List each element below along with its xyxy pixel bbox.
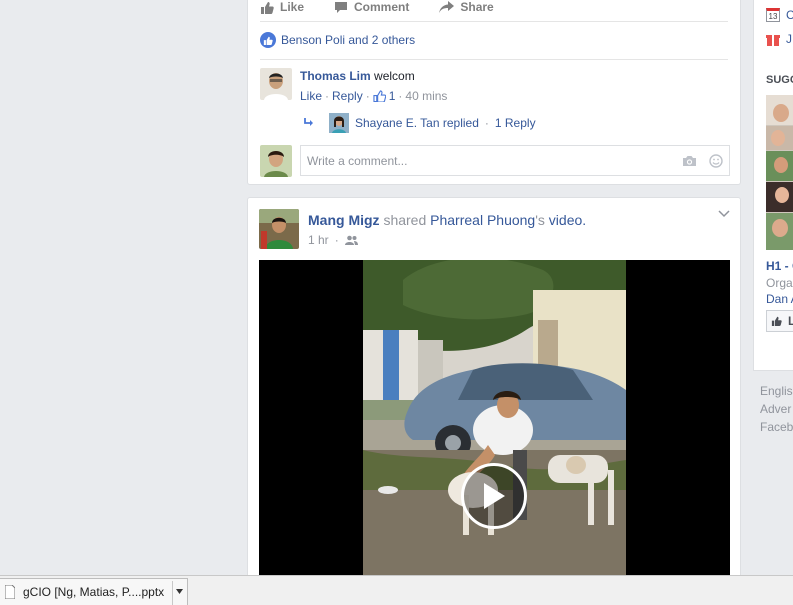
post-header: Mang Migz shared Pharreal Phuong's video… [308, 212, 586, 228]
gift-icon [766, 35, 780, 46]
thumbs-up-icon [261, 1, 274, 14]
event-label[interactable]: C [786, 8, 793, 22]
comment-input[interactable]: Write a comment... [300, 145, 730, 176]
replies-summary[interactable]: Shayane E. Tan replied · 1 Reply [303, 113, 536, 133]
emoji-icon[interactable] [709, 153, 723, 168]
comment-time[interactable]: 40 mins [405, 89, 447, 103]
play-icon [484, 483, 505, 509]
reply-summary-text[interactable]: Shayane E. Tan replied [355, 116, 479, 130]
post-time-row: 1 hr · [308, 233, 358, 247]
page-like-button[interactable]: L [766, 310, 793, 332]
file-icon [5, 585, 15, 599]
download-item[interactable]: gCIO [Ng, Matias, P....pptx [0, 578, 188, 605]
download-filename[interactable]: gCIO [Ng, Matias, P....pptx [23, 585, 164, 599]
avatar[interactable] [259, 209, 299, 249]
likes-text[interactable]: Benson Poli and 2 others [281, 33, 415, 47]
share-icon [439, 0, 455, 13]
suggested-page-friend[interactable]: Dan A [766, 292, 793, 306]
suggested-page-category: Organ [766, 276, 793, 290]
footer-advertising-link[interactable]: Adver [760, 400, 793, 418]
post-card-1: Like Comment Share Benson Poli and 2 oth… [247, 0, 741, 185]
footer-language-link[interactable]: Englis [760, 382, 793, 400]
source-link[interactable]: Pharreal Phuong [430, 212, 535, 228]
footer-facebook-link[interactable]: Faceb [760, 418, 793, 436]
reply-arrow-icon [304, 118, 313, 126]
thumbs-up-outline-icon[interactable] [373, 90, 386, 102]
comment: Thomas Lim welcom [300, 69, 415, 83]
birthday-row[interactable]: J [766, 32, 792, 46]
play-button[interactable] [461, 463, 527, 529]
comment-reply-link[interactable]: Reply [332, 89, 363, 103]
friends-audience-icon[interactable] [344, 235, 358, 245]
separator: · [365, 89, 370, 103]
object-link[interactable]: video. [549, 212, 586, 228]
suggested-page-title[interactable]: H1 - C [766, 259, 793, 273]
divider [172, 581, 173, 605]
footer-links: Englis Adver Faceb [760, 382, 793, 436]
reply-count[interactable]: 1 Reply [495, 116, 536, 130]
post-actions: Like Comment Share [260, 0, 494, 18]
separator: · [334, 233, 339, 247]
post-card-2: Mang Migz shared Pharreal Phuong's video… [247, 197, 741, 597]
shared-word: shared [383, 212, 427, 228]
thumbs-up-icon [771, 316, 782, 326]
suggested-heading: SUGG [766, 74, 793, 86]
comment-action[interactable]: Comment [334, 0, 409, 14]
page-like-label: L [788, 314, 793, 328]
event-row[interactable]: 13 C [766, 8, 793, 22]
separator: · [398, 89, 403, 103]
avatar[interactable] [260, 145, 292, 177]
share-action[interactable]: Share [439, 0, 494, 14]
chevron-down-icon[interactable] [718, 210, 730, 218]
like-badge-icon [260, 32, 276, 48]
like-label: Like [280, 0, 305, 14]
comment-label: Comment [354, 0, 410, 14]
separator: · [484, 116, 489, 130]
comment-like-link[interactable]: Like [300, 89, 322, 103]
avatar [329, 113, 349, 133]
right-sidebar: 13 C J SUGG H1 - C Organ Dan A L [753, 0, 793, 371]
comment-like-count[interactable]: 1 [389, 89, 396, 103]
comment-input-placeholder: Write a comment... [307, 153, 408, 168]
divider [260, 21, 728, 22]
avatar[interactable] [260, 68, 292, 100]
calendar-icon: 13 [766, 8, 780, 22]
download-bar: gCIO [Ng, Matias, P....pptx [0, 575, 793, 605]
caret-down-icon[interactable] [176, 589, 183, 594]
comment-text: welcom [374, 69, 415, 83]
comment-icon [335, 1, 348, 13]
likes-summary[interactable]: Benson Poli and 2 others [260, 32, 415, 48]
calendar-day: 13 [768, 11, 778, 21]
separator: · [325, 89, 330, 103]
suggested-page-photo[interactable] [766, 95, 793, 250]
post-author[interactable]: Mang Migz [308, 212, 380, 228]
camera-icon[interactable] [682, 155, 697, 167]
divider [260, 59, 728, 60]
video-player[interactable] [259, 260, 730, 580]
like-action[interactable]: Like [260, 0, 304, 14]
comment-author[interactable]: Thomas Lim [300, 69, 371, 83]
source-suffix: 's [535, 212, 545, 228]
share-label: Share [460, 0, 494, 14]
post-time[interactable]: 1 hr [308, 233, 329, 247]
video-frame [363, 260, 626, 580]
comment-meta: Like · Reply · 1 · 40 mins [300, 89, 447, 103]
birthday-label[interactable]: J [786, 32, 792, 46]
